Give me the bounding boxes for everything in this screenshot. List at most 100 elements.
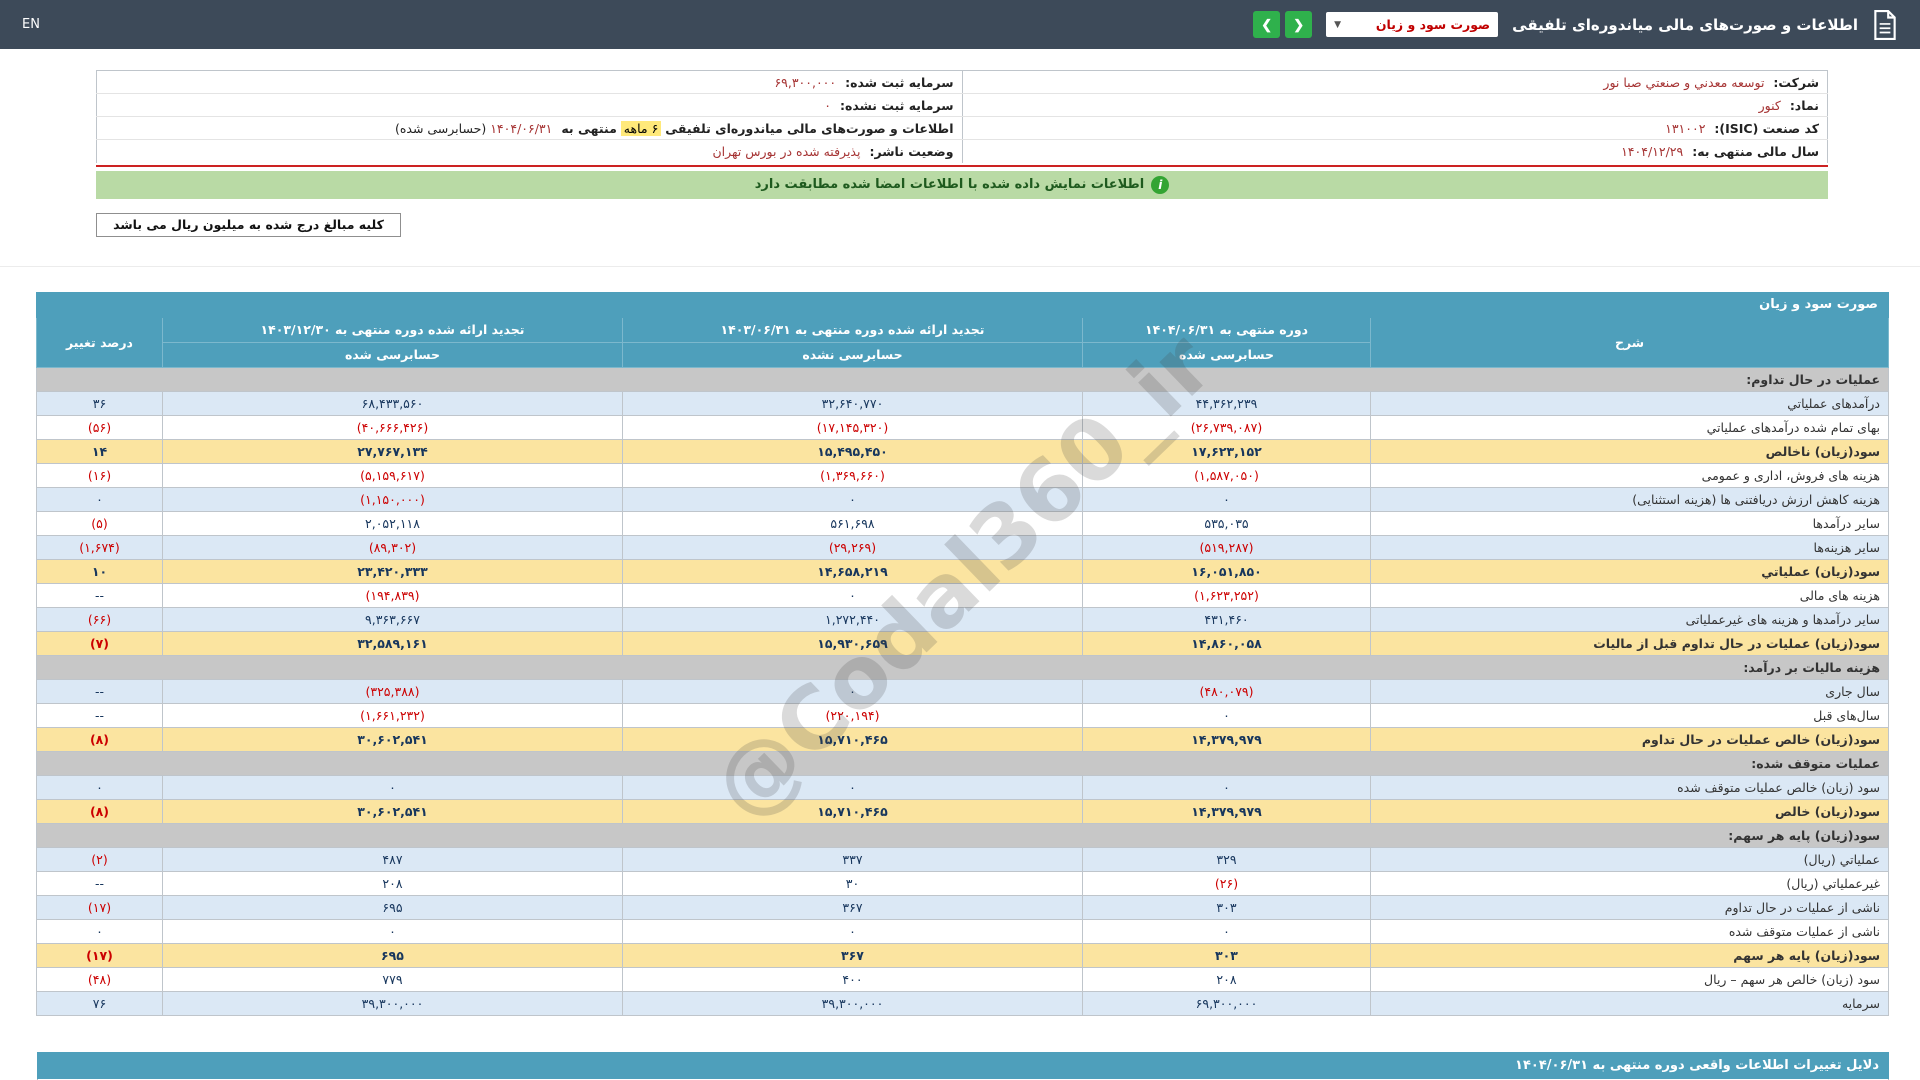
company-cell: شرکت: توسعه معدني و صنعتي صبا نور (961, 70, 1828, 94)
chevron-down-icon: ▼ (1334, 19, 1342, 30)
next-statement-button[interactable]: ❯ (1253, 11, 1281, 38)
data-row: ناشی از عملیات متوقف شده ۰ ۰ ۰ ۰ (35, 918, 1889, 944)
unregistered-capital-cell: سرمایه ثبت نشده: ۰ (96, 93, 963, 117)
row-label: سود(زیان) خالص عملیات در حال تداوم (1370, 726, 1889, 752)
company-name: توسعه معدني و صنعتي صبا نور (1603, 74, 1765, 90)
row-label: سال جاری (1370, 678, 1889, 704)
table-header-row-periods: شرح دوره منتهی به ۱۴۰۴/۰۶/۳۱ تجدید ارائه… (35, 316, 1889, 368)
ticker-cell: نماد: کنور (961, 93, 1828, 117)
row-label: هزینه کاهش ارزش دریافتنی ها (هزینه استثن… (1370, 486, 1889, 512)
value-cell: (۲۲۰,۱۹۴) (622, 702, 1083, 728)
value-cell: ۰ (1082, 486, 1371, 512)
value-cell: ۲۰۸ (1082, 966, 1371, 992)
data-row: سایر هزینه‌ها (۵۱۹,۲۸۷) (۲۹,۲۶۹) (۸۹,۳۰۲) (۱… (35, 534, 1889, 560)
pct-change-cell: ۳۶ (35, 390, 164, 416)
period-audit-state: (حسابرسی شده) (394, 120, 487, 136)
data-row: عملیاتي (ریال) ۳۲۹ ۳۳۷ ۴۸۷ (۲) (35, 846, 1889, 872)
value-cell: ۲,۰۵۲,۱۱۸ (162, 510, 623, 536)
pct-change-cell: (۵۶) (35, 414, 164, 440)
data-row: بهای تمام شده درآمدهای عملیاتي (۲۶,۷۳۹,۰۸… (35, 414, 1889, 440)
info-circle-icon: i (1151, 175, 1170, 194)
isic-cell: کد صنعت (ISIC): ۱۳۱۰۰۲ (961, 116, 1828, 140)
pct-change-cell: ۱۰ (35, 558, 164, 584)
value-cell: ۲۷,۷۶۷,۱۳۴ (162, 438, 623, 464)
publisher-status-cell: وضعیت ناشر: پذیرفته شده در بورس تهران (96, 139, 963, 163)
value-cell: (۵,۱۵۹,۶۱۷) (162, 462, 623, 488)
section-row: سود(زیان) پایه هر سهم: (35, 822, 1890, 848)
value-cell: ۷۷۹ (162, 966, 623, 992)
value-cell: ۳۹,۳۰۰,۰۰۰ (162, 990, 623, 1016)
prev-statement-button[interactable]: ❮ (1285, 11, 1313, 38)
data-row: سایر درآمدها ۵۳۵,۰۳۵ ۵۶۱,۶۹۸ ۲,۰۵۲,۱۱۸ (۵) (35, 510, 1889, 536)
section-label: سود(زیان) پایه هر سهم: (35, 822, 1890, 848)
value-cell: ۱۵,۹۳۰,۶۵۹ (622, 630, 1083, 656)
language-toggle-en[interactable]: EN (22, 17, 40, 32)
value-cell: (۸۹,۳۰۲) (162, 534, 623, 560)
value-cell: ۰ (162, 918, 623, 944)
value-cell: ۰ (1082, 774, 1371, 800)
pct-change-cell: ۷۶ (35, 990, 164, 1016)
value-cell: ۳۶۷ (622, 942, 1083, 968)
value-cell: (۳۲۵,۳۸۸) (162, 678, 623, 704)
value-cell: ۰ (1082, 918, 1371, 944)
section-label: هزینه مالیات بر درآمد: (35, 654, 1890, 680)
value-cell: ۲۰۸ (162, 870, 623, 896)
value-cell: (۴۰,۶۶۶,۴۲۶) (162, 414, 623, 440)
statement-table-body: عملیات در حال تداوم: درآمدهای عملیاتي ۴۴,۳… (35, 366, 1890, 1016)
pct-change-cell: ۱۴ (35, 438, 164, 464)
table-title-row: صورت سود و زیان (35, 291, 1890, 318)
publisher-status-value: پذیرفته شده در بورس تهران (712, 143, 861, 159)
pct-change-cell: ۰ (35, 918, 164, 944)
income-statement-section: صورت سود و زیان شرح دوره منتهی به ۱۴۰۴/۰… (35, 291, 1890, 1016)
value-cell: ۶۸,۴۳۳,۵۶۰ (162, 390, 623, 416)
period-statement-cell: اطلاعات و صورت‌های مالی میاندوره‌ای تلفی… (96, 116, 963, 140)
pct-change-cell: (۵) (35, 510, 164, 536)
report-document-icon[interactable] (1872, 9, 1898, 40)
row-label: هزینه های فروش، اداری و عمومی (1370, 462, 1889, 488)
value-cell: ۱۶,۰۵۱,۸۵۰ (1082, 558, 1371, 584)
changes-reasons-header: دلایل تغییرات اطلاعات واقعی دوره منتهی ب… (37, 1051, 1889, 1079)
fiscal-year-end: ۱۴۰۴/۱۲/۲۹ (1621, 143, 1684, 159)
signature-match-text: اطلاعات نمایش داده شده با اطلاعات امضا ش… (754, 177, 1145, 192)
data-row: ناشی از عملیات در حال تداوم ۳۰۳ ۳۶۷ ۶۹۵ (۱۷) (35, 894, 1889, 920)
pct-change-cell: (۸) (35, 798, 164, 824)
pct-change-cell: (۱۷) (35, 894, 164, 920)
fiscal-year-label: سال مالی منتهی به: (1692, 143, 1819, 159)
column-header-period-3: تجدید ارائه شده دوره منتهی به ۱۴۰۳/۱۲/۳۰ (162, 316, 623, 343)
page-title: اطلاعات و صورت‌های مالی میاندوره‌ای تلفی… (1512, 15, 1858, 34)
data-row: غیرعملیاتي (ریال) (۲۶) ۳۰ ۲۰۸ -- (35, 870, 1889, 896)
value-cell: ۰ (162, 774, 623, 800)
fiscal-year-cell: سال مالی منتهی به: ۱۴۰۴/۱۲/۲۹ (961, 139, 1828, 163)
value-cell: ۳۰۳ (1082, 942, 1371, 968)
row-label: غیرعملیاتي (ریال) (1370, 870, 1889, 896)
value-cell: ۰ (622, 678, 1083, 704)
data-row: سود (زیان) خالص عملیات متوقف شده ۰ ۰ ۰ ۰ (35, 774, 1889, 800)
pct-change-cell: -- (35, 870, 164, 896)
isic-code: ۱۳۱۰۰۲ (1665, 120, 1706, 136)
row-label: سرمایه (1370, 990, 1889, 1016)
value-cell: ۵۳۵,۰۳۵ (1082, 510, 1371, 536)
value-cell: (۱,۶۲۳,۲۵۲) (1082, 582, 1371, 608)
value-cell: ۴۴,۳۶۲,۲۳۹ (1082, 390, 1371, 416)
row-label: هزینه های مالی (1370, 582, 1889, 608)
value-cell: ۱۵,۷۱۰,۴۶۵ (622, 726, 1083, 752)
value-cell: ۹,۳۶۳,۶۶۷ (162, 606, 623, 632)
statement-select[interactable]: صورت سود و زیان ▼ (1326, 12, 1499, 37)
pct-change-cell: (۱,۶۷۴) (35, 534, 164, 560)
pct-change-cell: ۰ (35, 486, 164, 512)
data-row: هزینه کاهش ارزش دریافتنی ها (هزینه استثن… (35, 486, 1889, 512)
column-header-period-1: دوره منتهی به ۱۴۰۴/۰۶/۳۱ (1082, 316, 1371, 343)
ticker-label: نماد: (1789, 97, 1819, 113)
pct-change-cell: (۲) (35, 846, 164, 872)
value-cell: ۶۹,۳۰۰,۰۰۰ (1082, 990, 1371, 1016)
data-row: سود(زیان) خالص عملیات در حال تداوم ۱۴,۳۷۹… (35, 726, 1889, 752)
value-cell: ۱۵,۴۹۵,۴۵۰ (622, 438, 1083, 464)
value-cell: (۱,۱۵۰,۰۰۰) (162, 486, 623, 512)
unregistered-capital-value: ۰ (824, 97, 831, 113)
data-row: سود(زیان) ناخالص ۱۷,۶۲۳,۱۵۲ ۱۵,۴۹۵,۴۵۰ ۲۷,۷… (35, 438, 1889, 464)
statement-select-value: صورت سود و زیان (1375, 17, 1491, 32)
company-label: شرکت: (1773, 74, 1819, 90)
info-row: نماد: کنور سرمایه ثبت نشده: ۰ (96, 93, 1828, 117)
pct-change-cell: (۱۷) (35, 942, 164, 968)
value-cell: ۶۹۵ (162, 894, 623, 920)
